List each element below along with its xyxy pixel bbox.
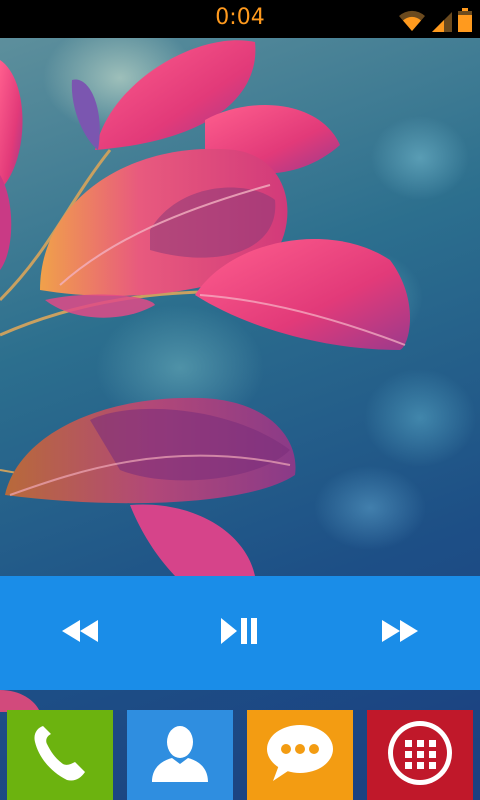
phone-icon [33,724,87,786]
messages-icon [265,723,335,787]
phone-app-tile[interactable] [7,710,113,800]
contacts-app-tile[interactable] [127,710,233,800]
contacts-icon [150,724,210,786]
music-widget [0,576,480,690]
dock [0,710,480,800]
battery-icon [458,8,472,32]
previous-icon [62,620,98,646]
messages-app-tile[interactable] [247,710,353,800]
apps-grid-icon [385,718,455,792]
next-button[interactable] [376,613,424,653]
status-bar: 0:04 [0,0,480,38]
wifi-icon [398,10,426,32]
status-icons [398,6,472,32]
next-icon [382,620,418,646]
apps-drawer-tile[interactable] [367,710,473,800]
play-pause-button[interactable] [216,613,264,653]
signal-icon [430,10,454,32]
home-screen: 0:04 [0,0,480,800]
play-pause-icon [221,618,259,648]
previous-button[interactable] [56,613,104,653]
